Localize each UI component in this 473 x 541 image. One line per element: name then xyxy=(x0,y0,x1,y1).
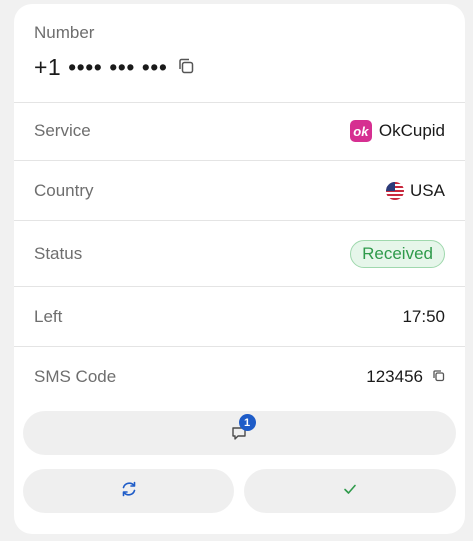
status-label: Status xyxy=(34,243,83,263)
time-left-label: Left xyxy=(34,306,63,326)
chat-icon: 1 xyxy=(230,414,256,443)
country-row: Country USA xyxy=(14,161,465,221)
number-value-wrap: +1 •••• ••• ••• xyxy=(34,54,195,81)
time-left-row: Left 17:50 xyxy=(14,287,465,347)
status-row: Status Received xyxy=(14,221,465,287)
us-flag-icon xyxy=(386,181,405,200)
country-value: USA xyxy=(386,181,445,201)
refresh-icon xyxy=(120,480,138,503)
message-count-badge: 1 xyxy=(238,414,256,431)
number-label: Number xyxy=(34,23,95,42)
sms-code-row: SMS Code 123456 xyxy=(14,347,465,407)
service-name: OkCupid xyxy=(378,121,445,140)
service-label: Service xyxy=(34,121,91,140)
status-badge: Received xyxy=(350,239,445,268)
confirm-button[interactable] xyxy=(244,469,456,513)
sms-code-value-wrap: 123456 xyxy=(366,367,445,387)
number-details-card: Number +1 •••• ••• ••• Service ok OkCupi… xyxy=(14,4,465,534)
time-left-value: 17:50 xyxy=(402,306,445,326)
copy-code-icon[interactable] xyxy=(432,367,445,387)
check-icon xyxy=(342,481,358,502)
phone-number: +1 •••• ••• ••• xyxy=(34,54,168,80)
messages-button[interactable]: 1 xyxy=(23,411,456,455)
country-name: USA xyxy=(410,180,445,200)
sms-code-value: 123456 xyxy=(366,367,423,386)
country-label: Country xyxy=(34,180,94,200)
sms-code-label: SMS Code xyxy=(34,367,117,386)
service-row: Service ok OkCupid xyxy=(14,102,465,161)
copy-number-icon[interactable] xyxy=(177,54,195,81)
service-value: ok OkCupid xyxy=(349,120,445,142)
number-section: Number +1 •••• ••• ••• xyxy=(14,4,465,103)
refresh-button[interactable] xyxy=(23,469,234,513)
okcupid-logo-icon: ok xyxy=(349,120,372,142)
